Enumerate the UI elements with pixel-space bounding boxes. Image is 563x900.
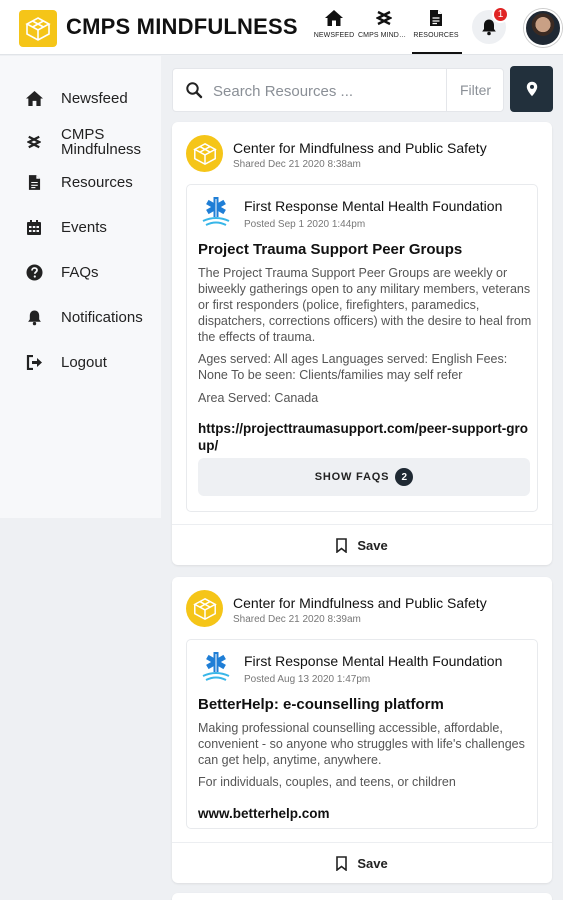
user-avatar[interactable]: [524, 9, 562, 47]
save-label: Save: [357, 855, 388, 871]
home-icon: [324, 8, 344, 28]
sidebar-item-cmps-mindfulness[interactable]: CMPS Mindfulness: [0, 126, 161, 158]
sidebar-item-label: CMPS Mindfulness: [61, 126, 142, 158]
sidebar-item-events[interactable]: Events: [0, 217, 161, 237]
org-logo[interactable]: [186, 135, 223, 172]
calendar-icon: [24, 217, 44, 237]
search-input[interactable]: [213, 79, 438, 103]
resource-title: Project Trauma Support Peer Groups: [198, 241, 463, 258]
save-button[interactable]: Save: [172, 843, 552, 883]
bell-icon: [24, 307, 44, 327]
shared-date: Shared Dec 21 2020 8:39am: [233, 614, 361, 625]
document-icon: [24, 172, 44, 192]
document-icon: [429, 8, 443, 28]
cube-logo-icon: [25, 16, 51, 41]
star-of-life-icon: [202, 197, 230, 226]
resource-link[interactable]: https://projecttraumasupport.com/peer-su…: [198, 420, 533, 454]
topnav-label: RESOURCES: [413, 32, 459, 39]
post-card: [172, 893, 552, 900]
resource-description: Making professional counselling accessib…: [198, 721, 525, 767]
search-bar: Filter: [172, 68, 504, 112]
cube-logo-icon: [192, 597, 217, 620]
post-card: Center for Mindfulness and Public Safety…: [172, 122, 552, 565]
sidebar: Newsfeed CMPS Mindfulness Resources Even…: [0, 56, 161, 518]
resource-details: Ages served: All ages Languages served: …: [198, 352, 508, 382]
posted-date: Posted Aug 13 2020 1:47pm: [244, 674, 371, 685]
sidebar-item-notifications[interactable]: Notifications: [0, 307, 161, 327]
org-name[interactable]: Center for Mindfulness and Public Safety: [233, 595, 487, 611]
sidebar-item-newsfeed[interactable]: Newsfeed: [0, 88, 161, 108]
sidebar-item-logout[interactable]: Logout: [0, 352, 161, 372]
post-card: Center for Mindfulness and Public Safety…: [172, 577, 552, 883]
sidebar-item-label: Newsfeed: [61, 89, 128, 107]
app-logo[interactable]: [19, 10, 57, 47]
search-icon: [186, 82, 203, 99]
sidebar-item-label: FAQs: [61, 263, 99, 281]
sidebar-item-faqs[interactable]: FAQs: [0, 262, 161, 282]
question-icon: [24, 262, 44, 282]
sidebar-item-label: Resources: [61, 173, 133, 191]
map-pin-icon: [526, 81, 537, 97]
sidebar-item-label: Notifications: [61, 308, 143, 326]
org-name[interactable]: Center for Mindfulness and Public Safety: [233, 140, 487, 156]
shared-date: Shared Dec 21 2020 8:38am: [233, 159, 361, 170]
resource-area: Area Served: Canada: [198, 391, 319, 405]
logout-icon: [24, 352, 44, 372]
cube-logo-icon: [192, 142, 217, 165]
save-button[interactable]: Save: [172, 525, 552, 565]
sidebar-item-resources[interactable]: Resources: [0, 172, 161, 192]
sidebar-item-label: Events: [61, 218, 107, 236]
resource-card: First Response Mental Health Foundation …: [186, 184, 538, 512]
topnav-newsfeed[interactable]: NEWSFEED: [308, 8, 360, 39]
resource-description: The Project Trauma Support Peer Groups a…: [198, 266, 532, 344]
topnav-resources[interactable]: RESOURCES: [410, 8, 462, 54]
notification-badge: 1: [492, 6, 509, 23]
resource-link[interactable]: www.betterhelp.com: [198, 805, 533, 822]
home-icon: [24, 88, 44, 108]
show-faqs-button[interactable]: SHOW FAQS 2: [198, 458, 530, 496]
mindfulness-icon: [24, 132, 44, 152]
top-header: CMPS MINDFULNESS NEWSFEED CMPS MINDFULNE…: [0, 0, 563, 55]
save-label: Save: [357, 537, 388, 553]
star-of-life-icon: [202, 652, 230, 681]
topnav-label: CMPS MINDFULNESS: [358, 32, 410, 39]
mindfulness-icon: [376, 8, 392, 28]
topnav-label: NEWSFEED: [313, 32, 355, 39]
topnav-cmps-mindfulness[interactable]: CMPS MINDFULNESS: [358, 8, 410, 39]
provider-name[interactable]: First Response Mental Health Foundation: [244, 653, 502, 669]
resource-details: For individuals, couples, and teens, or …: [198, 775, 456, 789]
location-button[interactable]: [510, 66, 553, 112]
resource-card: First Response Mental Health Foundation …: [186, 639, 538, 829]
posted-date: Posted Sep 1 2020 1:44pm: [244, 219, 366, 230]
filter-button[interactable]: Filter: [446, 69, 504, 111]
org-logo[interactable]: [186, 590, 223, 627]
faq-count-badge: 2: [395, 468, 414, 486]
show-faqs-label: SHOW FAQS: [314, 471, 390, 483]
provider-name[interactable]: First Response Mental Health Foundation: [244, 198, 502, 214]
bookmark-icon: [336, 537, 348, 553]
bookmark-icon: [336, 855, 348, 871]
sidebar-item-label: Logout: [61, 353, 107, 371]
resource-title: BetterHelp: e-counselling platform: [198, 696, 444, 713]
app-title: CMPS MINDFULNESS: [66, 14, 298, 39]
